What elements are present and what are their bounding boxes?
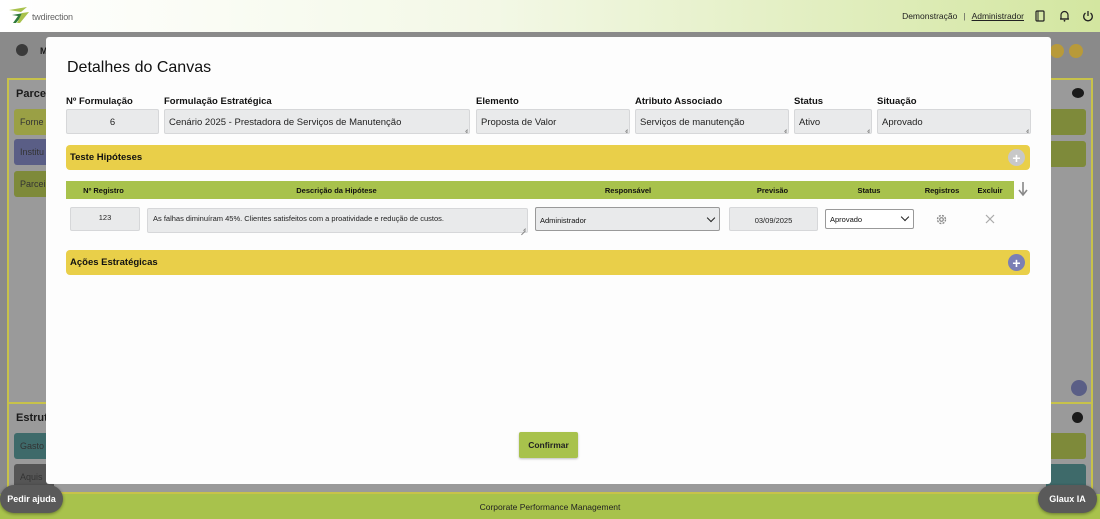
canvas-details-modal: Detalhes do Canvas Nº Formulação Formula… xyxy=(46,37,1051,484)
col-previsao: Previsão xyxy=(756,186,789,195)
power-icon[interactable] xyxy=(1076,0,1100,32)
brand-name: twdirection xyxy=(32,12,73,22)
add-circle-icon xyxy=(1071,380,1087,396)
add-hipotese-plus-icon[interactable]: + xyxy=(1008,149,1025,166)
formulacao-num-value: 6 xyxy=(109,117,116,128)
resize-handle-icon[interactable] xyxy=(520,225,526,231)
status-select[interactable]: Aprovado xyxy=(825,209,914,229)
descricao-value: As falhas diminuíram 45%. Clientes satis… xyxy=(153,214,444,223)
resize-handle-icon[interactable] xyxy=(781,126,787,132)
situacao-field[interactable]: Aprovado xyxy=(877,109,1031,134)
acoes-section-title: Ações Estratégicas xyxy=(70,257,158,268)
hipoteses-table-header: Nº Registro Descrição da Hipótese Respon… xyxy=(66,181,1014,199)
resize-handle-icon[interactable] xyxy=(864,126,870,132)
users-icon xyxy=(1072,88,1084,98)
background-chip-right xyxy=(1046,109,1086,135)
modal-title: Detalhes do Canvas xyxy=(67,59,212,76)
background-panel-top-title: Parcei xyxy=(16,88,50,100)
sort-arrow-down-icon[interactable] xyxy=(1016,180,1030,198)
registro-value: 123 xyxy=(98,213,112,222)
status-value: Aprovado xyxy=(830,215,863,224)
minus-circle-icon xyxy=(1069,44,1083,58)
elemento-field[interactable]: Proposta de Valor xyxy=(476,109,630,134)
col-registros: Registros xyxy=(924,186,960,195)
brand-logo[interactable]: twdirection xyxy=(8,6,73,24)
resize-handle-icon[interactable] xyxy=(1023,126,1029,132)
formulacao-num-field[interactable]: 6 xyxy=(66,109,159,134)
header-menu-icon xyxy=(16,44,28,56)
help-button[interactable]: Pedir ajuda xyxy=(0,485,63,513)
atributo-label: Atributo Associado xyxy=(635,96,723,107)
hipoteses-section-header[interactable]: Teste Hipóteses + xyxy=(66,145,1030,170)
col-status: Status xyxy=(857,186,881,195)
formulacao-estrategica-value: Cenário 2025 - Prestadora de Serviços de… xyxy=(169,117,402,128)
atributo-value: Serviços de manutenção xyxy=(640,117,745,128)
top-bar: twdirection Demonstração | Administrador xyxy=(0,0,1100,32)
hipoteses-section-title: Teste Hipóteses xyxy=(70,152,143,163)
status-value: Ativo xyxy=(799,117,821,128)
gear-icon[interactable] xyxy=(935,213,948,226)
top-right-menu: Demonstração | Administrador xyxy=(898,0,1100,32)
delete-x-icon[interactable] xyxy=(985,214,995,224)
help-circle-icon xyxy=(1050,44,1064,58)
registro-cell[interactable]: 123 xyxy=(70,207,140,231)
situacao-label: Situação xyxy=(877,96,917,107)
elemento-value: Proposta de Valor xyxy=(481,117,557,128)
confirm-button[interactable]: Confirmar xyxy=(519,432,578,458)
previsao-date-field[interactable]: 03/09/2025 xyxy=(729,207,818,231)
responsavel-select[interactable]: Administrador xyxy=(535,207,720,231)
environment-label[interactable]: Demonstração xyxy=(898,11,961,21)
background-chip-right xyxy=(1046,141,1086,167)
formulacao-estrategica-label: Formulação Estratégica xyxy=(164,96,272,107)
user-link[interactable]: Administrador xyxy=(968,11,1028,21)
col-descricao: Descrição da Hipótese xyxy=(296,186,377,195)
chevron-down-icon xyxy=(706,213,716,223)
descricao-textarea[interactable]: As falhas diminuíram 45%. Clientes satis… xyxy=(147,208,528,233)
dollar-icon xyxy=(1072,412,1083,423)
logo-mark-icon xyxy=(9,7,29,23)
footer-label: Corporate Performance Management xyxy=(479,501,621,512)
col-responsavel: Responsável xyxy=(604,186,652,195)
status-label: Status xyxy=(794,96,824,107)
col-registro: Nº Registro xyxy=(83,186,124,195)
elemento-label: Elemento xyxy=(476,96,519,107)
atributo-field[interactable]: Serviços de manutenção xyxy=(635,109,789,134)
formulacao-estrategica-field[interactable]: Cenário 2025 - Prestadora de Serviços de… xyxy=(164,109,470,134)
background-chip-right xyxy=(1046,433,1086,459)
book-icon[interactable] xyxy=(1028,0,1052,32)
responsavel-value: Administrador xyxy=(540,216,587,225)
situacao-value: Aprovado xyxy=(882,117,923,128)
bell-icon[interactable] xyxy=(1052,0,1076,32)
add-acao-plus-icon[interactable]: + xyxy=(1008,254,1025,271)
acoes-section-header[interactable]: Ações Estratégicas + xyxy=(66,250,1030,275)
col-excluir: Excluir xyxy=(977,186,1003,195)
chevron-down-icon xyxy=(900,212,910,222)
bottom-bar: Corporate Performance Management xyxy=(0,494,1100,519)
glaux-ai-button[interactable]: Glaux IA xyxy=(1038,485,1097,513)
status-field[interactable]: Ativo xyxy=(794,109,872,134)
resize-handle-icon[interactable] xyxy=(462,126,468,132)
formulacao-num-label: Nº Formulação xyxy=(66,96,133,107)
resize-handle-icon[interactable] xyxy=(622,126,628,132)
previsao-value: 03/09/2025 xyxy=(754,216,793,225)
